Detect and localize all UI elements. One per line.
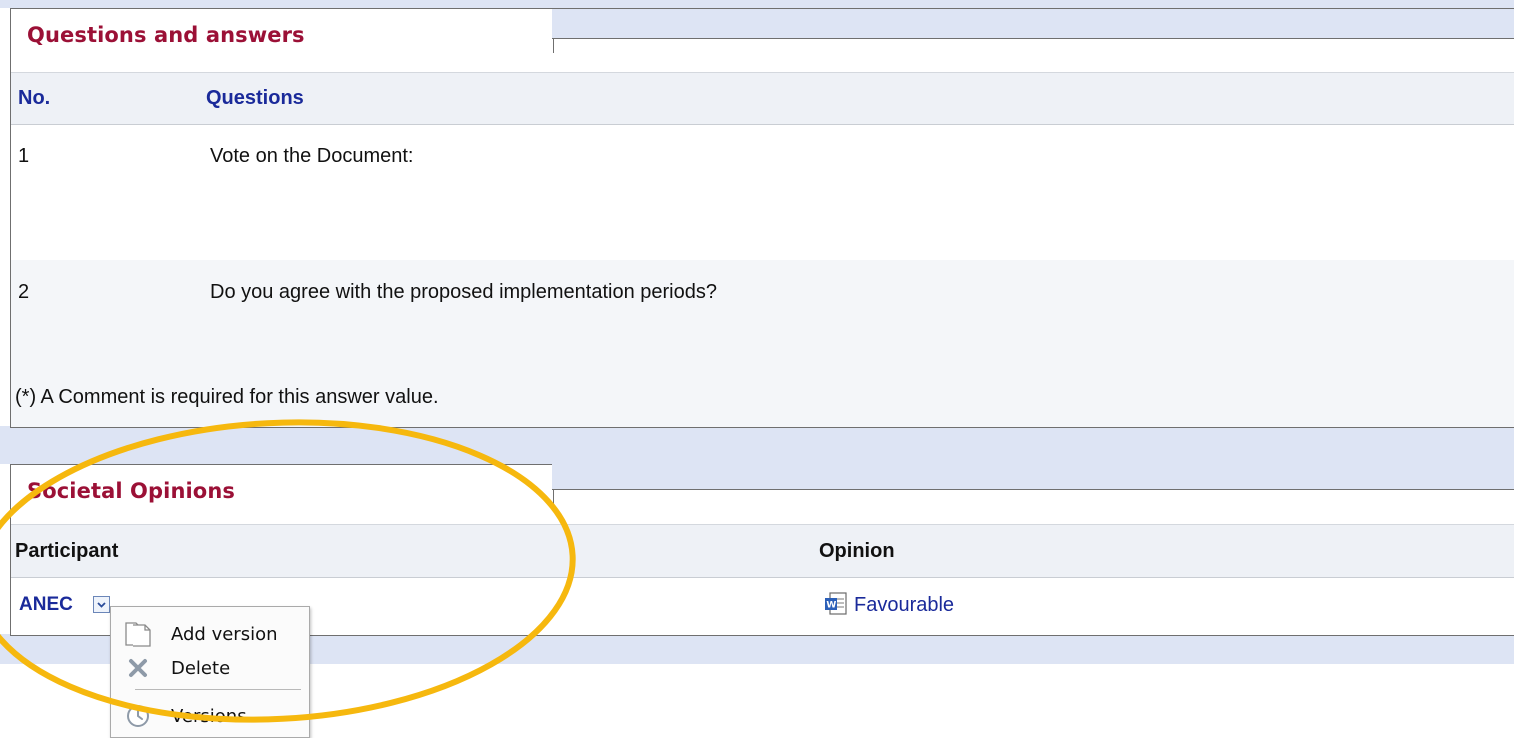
tab-spacer	[552, 464, 1514, 489]
questions-tab: Questions and answers	[10, 8, 554, 53]
opinions-header-row: Participant Opinion	[11, 524, 1514, 578]
menu-item-add-version[interactable]: Add version	[111, 617, 309, 651]
menu-item-delete[interactable]: Delete	[111, 651, 309, 685]
column-header-questions[interactable]: Questions	[206, 87, 304, 110]
tab-spacer	[552, 9, 1514, 38]
menu-item-label: Delete	[171, 658, 231, 679]
svg-text:W: W	[826, 601, 836, 611]
menu-item-label: Add version	[171, 624, 278, 645]
clock-icon	[123, 703, 153, 729]
row-menu-toggle[interactable]	[93, 596, 110, 613]
column-header-opinion: Opinion	[819, 540, 895, 562]
document-icon	[123, 621, 153, 647]
questions-panel: Questions and answers No. Questions 1 Vo…	[10, 8, 1514, 428]
question-text: Vote on the Document:	[210, 145, 414, 167]
chevron-down-icon	[97, 602, 106, 608]
tab-divider	[552, 38, 1514, 39]
opinions-panel-title: Societal Opinions	[27, 479, 235, 503]
top-band	[0, 0, 1514, 8]
row-context-menu: Add version Delete Versions	[110, 606, 310, 738]
question-row: 2 Do you agree with the proposed impleme…	[11, 260, 1514, 370]
questions-header-row: No. Questions	[11, 72, 1514, 125]
menu-separator	[135, 689, 301, 690]
question-text: Do you agree with the proposed implement…	[210, 281, 717, 303]
question-number: 2	[18, 281, 30, 303]
column-header-participant: Participant	[15, 540, 119, 562]
column-header-no[interactable]: No.	[18, 87, 50, 110]
menu-item-versions[interactable]: Versions	[111, 699, 309, 733]
footnote-row: (*) A Comment is required for this answe…	[11, 370, 1514, 427]
middle-band	[0, 426, 1514, 464]
word-document-icon: W	[823, 591, 849, 617]
question-number: 1	[18, 145, 30, 167]
opinions-tab: Societal Opinions	[10, 464, 554, 509]
footnote-text: (*) A Comment is required for this answe…	[15, 386, 439, 408]
question-row: 1 Vote on the Document:	[11, 124, 1514, 260]
tab-divider	[552, 489, 1514, 490]
questions-panel-title: Questions and answers	[27, 23, 305, 47]
participant-link[interactable]: ANEC	[19, 594, 73, 616]
x-icon	[123, 655, 153, 681]
menu-item-label: Versions	[171, 706, 247, 727]
opinion-link[interactable]: Favourable	[854, 594, 954, 617]
